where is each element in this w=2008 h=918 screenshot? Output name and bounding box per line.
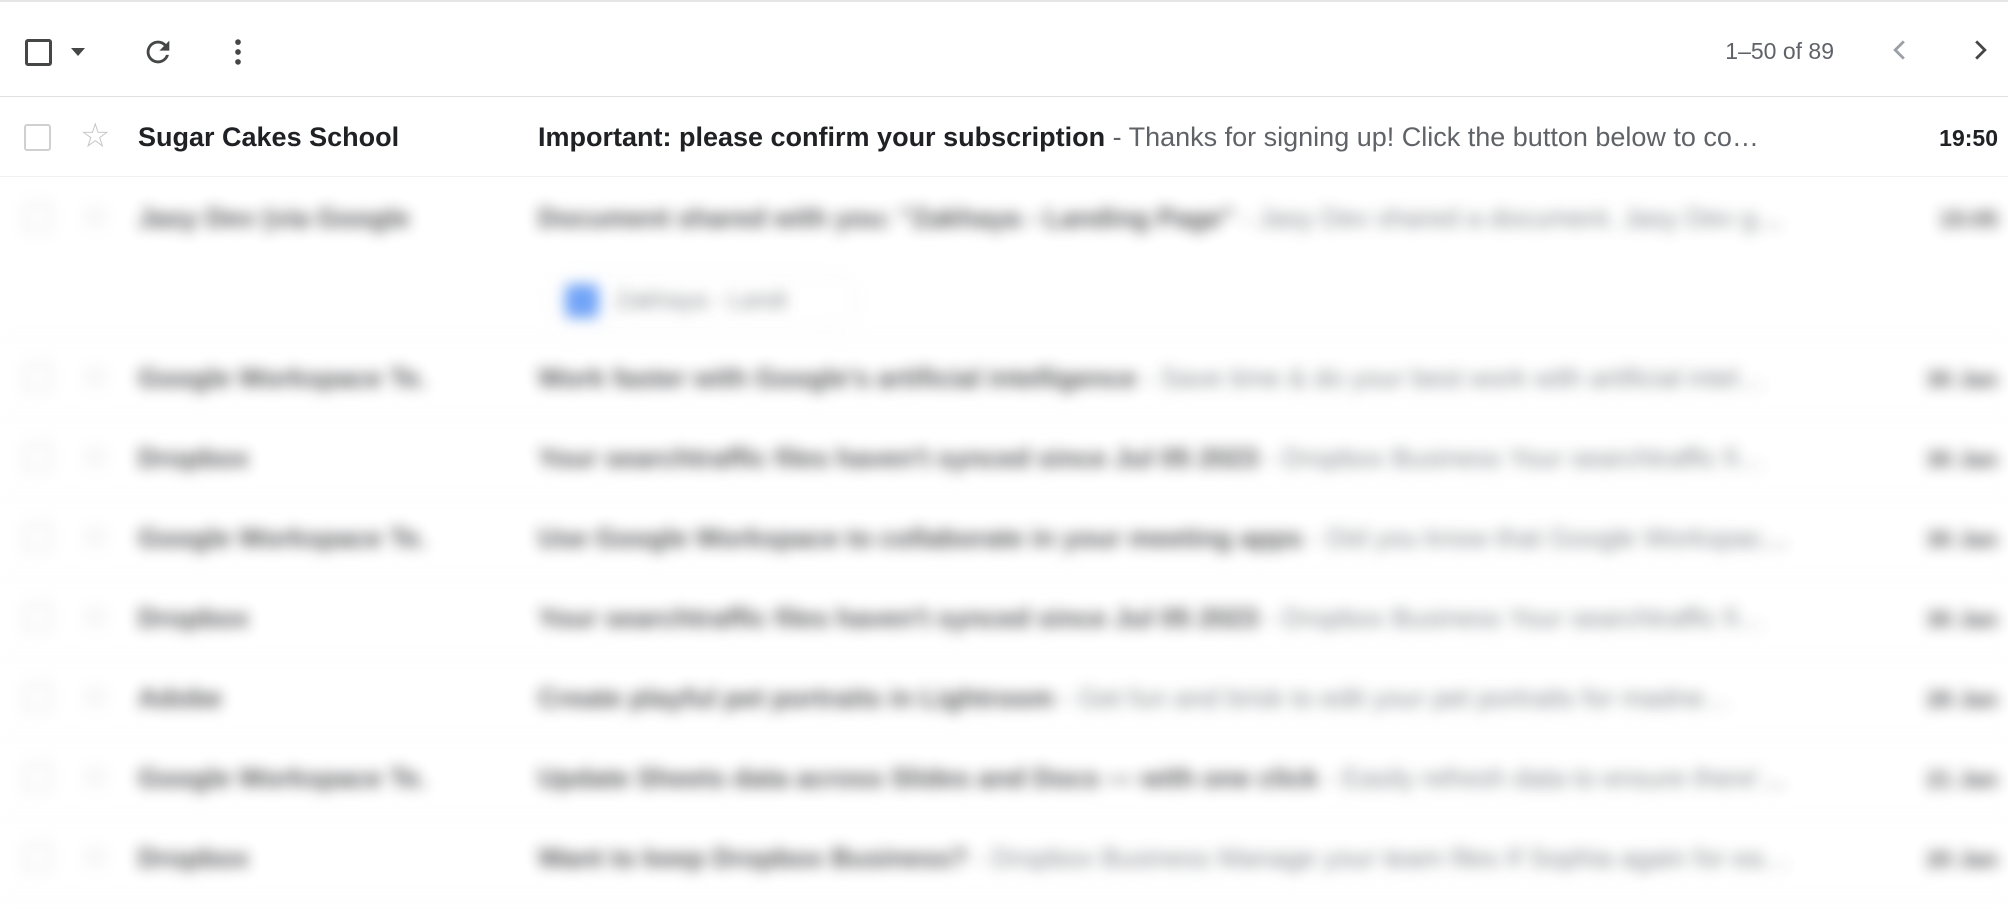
chevron-right-icon [1975,40,1987,60]
email-time: 19:50 [1939,125,1998,151]
caret-down-icon [71,48,85,56]
email-row[interactable]: ☆ Google Workspace Te. Use Google Worksp… [0,498,2008,578]
email-content: Your searchtraffic files haven't synced … [538,603,1798,634]
more-options-button[interactable] [218,32,258,72]
star-icon[interactable]: ☆ [80,600,110,634]
star-icon[interactable]: ☆ [80,119,110,153]
email-sender: Adobe [138,683,222,713]
email-sender: Jasy Dev (via Google [138,203,410,233]
email-snippet: - Did you know that Google Workspace… [1302,523,1798,553]
refresh-button[interactable] [138,32,178,72]
email-content: Document shared with you: "Zakhaya - Lan… [538,203,1798,234]
email-snippet: - Jasy Dev shared a document. Jasy Dev g… [1234,203,1798,233]
attachment-chip[interactable]: Zakhaya - Landi [548,274,858,328]
email-subject: Want to keep Dropbox Business? [538,843,968,873]
email-sender: Sugar Cakes School [138,122,400,152]
refresh-icon [146,40,170,64]
email-subject: Your searchtraffic files haven't synced … [538,443,1259,473]
email-sender: Dropbox [138,843,249,873]
email-row[interactable]: ☆ Dropbox Your searchtraffic files haven… [0,418,2008,498]
more-vert-icon [235,39,241,65]
email-row[interactable]: ☆ Dropbox Your searchtraffic files haven… [0,578,2008,658]
select-menu-button[interactable] [66,40,90,64]
email-sender: Google Workspace Te. [138,763,427,793]
email-subject: Work faster with Google's artificial int… [538,363,1137,393]
email-row[interactable]: ☆ Google Workspace Te. Work faster with … [0,338,2008,418]
email-snippet: - Get fun and brisk to edit your pet por… [1054,683,1731,713]
email-content: Your searchtraffic files haven't synced … [538,443,1798,474]
email-snippet: - Dropbox Business Manage your team file… [967,843,1790,873]
chevron-left-icon [1893,40,1905,60]
row-checkbox[interactable] [24,204,51,231]
email-snippet: - Save time & do your best work with art… [1136,363,1766,393]
email-snippet: - Thanks for signing up! Click the butto… [1105,122,1759,152]
email-content: Use Google Workspace to collaborate in y… [538,523,1798,554]
email-time: 28 Jan [1926,686,1998,712]
select-all-checkbox[interactable] [20,34,56,70]
email-snippet: - Dropbox Business Your searchtraffic fi… [1258,603,1766,633]
row-checkbox[interactable] [24,524,51,551]
email-snippet: - Dropbox Business Your searchtraffic fi… [1258,443,1766,473]
email-subject: Create playful pet portraits in Lightroo… [538,683,1055,713]
previous-page-button[interactable] [1880,30,1920,70]
attachment-label: Zakhaya - Landi [615,287,788,314]
row-checkbox[interactable] [24,844,51,871]
email-sender: Google Workspace Te. [138,523,427,553]
star-icon[interactable]: ☆ [80,440,110,474]
next-page-button[interactable] [1960,30,2000,70]
star-icon[interactable]: ☆ [80,520,110,554]
mail-toolbar: 1–50 of 89 [0,0,2008,97]
email-time: 21 Jan [1926,766,1998,792]
email-time: 15:05 [1939,206,1998,232]
email-content: Work faster with Google's artificial int… [538,363,1798,394]
email-subject: Update Sheets data across Slides and Doc… [538,763,1319,793]
star-icon[interactable]: ☆ [80,840,110,874]
email-content: Important: please confirm your subscript… [538,122,1798,153]
email-content: Create playful pet portraits in Lightroo… [538,683,1798,714]
email-sender: Google Workspace Te. [138,363,427,393]
email-row[interactable]: ☆ Dropbox Want to keep Dropbox Business?… [0,818,2008,898]
row-checkbox[interactable] [24,364,51,391]
star-icon[interactable]: ☆ [80,680,110,714]
email-sender: Dropbox [138,443,249,473]
pagination-range: 1–50 of 89 [1725,38,1834,64]
row-checkbox[interactable] [24,124,51,151]
email-time: 30 Jan [1926,366,1998,392]
email-time: 30 Jan [1926,446,1998,472]
email-time: 20 Jan [1926,846,1998,872]
email-row[interactable]: ☆ Adobe Create playful pet portraits in … [0,658,2008,738]
email-subject: Important: please confirm your subscript… [538,122,1106,152]
row-checkbox[interactable] [24,684,51,711]
checkbox-icon [24,38,52,66]
row-checkbox[interactable] [24,604,51,631]
email-subject: Document shared with you: "Zakhaya - Lan… [538,203,1235,233]
email-subject: Your searchtraffic files haven't synced … [538,603,1259,633]
email-time: 30 Jan [1926,526,1998,552]
row-checkbox[interactable] [24,764,51,791]
star-icon[interactable]: ☆ [80,200,110,234]
email-sender: Dropbox [138,603,249,633]
star-icon[interactable]: ☆ [80,760,110,794]
email-content: Want to keep Dropbox Business? - Dropbox… [538,843,1798,874]
star-icon[interactable]: ☆ [80,360,110,394]
email-row[interactable]: ☆ Sugar Cakes School Important: please c… [0,97,2008,177]
email-row[interactable]: ☆ Google Workspace Te. Update Sheets dat… [0,738,2008,818]
email-row[interactable]: ☆ Jasy Dev (via Google Document shared w… [0,178,2008,338]
email-time: 30 Jan [1926,606,1998,632]
email-snippet: - Easily refresh data to ensure there's… [1318,763,1798,793]
docs-icon [565,284,599,318]
email-subject: Use Google Workspace to collaborate in y… [538,523,1303,553]
row-checkbox[interactable] [24,444,51,471]
email-content: Update Sheets data across Slides and Doc… [538,763,1798,794]
